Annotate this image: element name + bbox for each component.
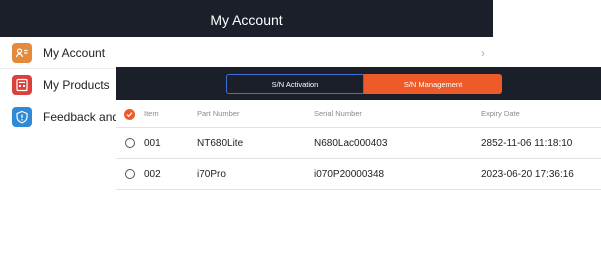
sn-panel: S/N Activation S/N Management Item Part … <box>116 67 601 191</box>
page-header: My Account <box>0 0 493 39</box>
cell-item: 002 <box>144 169 161 180</box>
tab-sn-activation[interactable]: S/N Activation <box>226 74 364 94</box>
cell-expiry-date: 2023-06-20 17:36:16 <box>481 169 574 180</box>
menu-item-label: My Account <box>43 45 106 60</box>
cell-expiry-date: 2852-11-06 11:18:10 <box>481 138 573 149</box>
row-radio[interactable] <box>125 138 135 148</box>
menu-item-feedback[interactable]: Feedback and S <box>0 101 130 133</box>
cell-part-number: NT680Lite <box>197 138 244 149</box>
column-header-part-number: Part Number <box>197 109 240 118</box>
menu-item-label: My Products <box>43 78 110 92</box>
cell-serial-number: i070P20000348 <box>314 169 385 180</box>
feedback-shield-icon <box>12 107 32 127</box>
cell-serial-number: N680Lac000403 <box>314 138 388 149</box>
account-card-icon <box>12 42 32 63</box>
row-radio[interactable] <box>125 169 135 179</box>
cell-part-number: i70Pro <box>197 169 226 180</box>
table-header: Item Part Number Serial Number Expiry Da… <box>116 100 601 128</box>
column-header-serial-number: Serial Number <box>314 109 362 118</box>
tab-bar: S/N Activation S/N Management <box>116 67 601 100</box>
table-row[interactable]: 001 NT680Lite N680Lac000403 2852-11-06 1… <box>116 128 601 159</box>
cell-item: 001 <box>144 138 161 149</box>
column-header-expiry-date: Expiry Date <box>481 109 520 118</box>
app-root: My Account My Account › My Products Feed… <box>0 0 601 268</box>
menu-item-my-products[interactable]: My Products <box>0 69 130 101</box>
chevron-right-icon: › <box>481 46 485 60</box>
tab-sn-management[interactable]: S/N Management <box>364 74 502 94</box>
table-row[interactable]: 002 i70Pro i070P20000348 2023-06-20 17:3… <box>116 159 601 190</box>
column-header-item: Item <box>144 109 159 118</box>
page-title: My Account <box>210 11 283 28</box>
products-icon <box>12 75 32 95</box>
select-all-checkbox[interactable] <box>124 109 135 120</box>
menu-item-my-account[interactable]: My Account › <box>0 37 493 69</box>
